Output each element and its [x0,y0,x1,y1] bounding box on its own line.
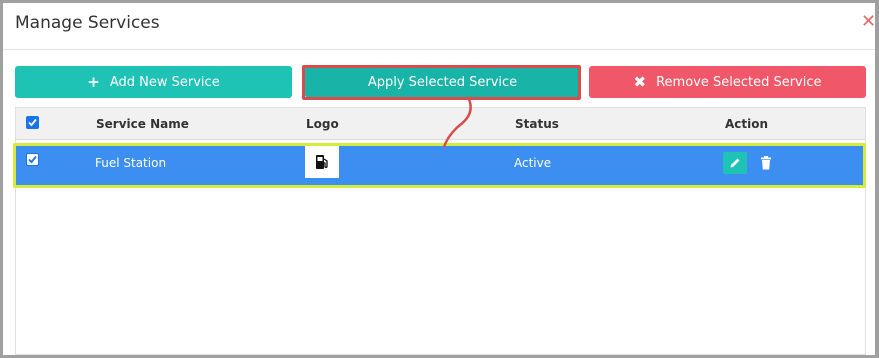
remove-selected-service-button[interactable]: ✖ Remove Selected Service [589,66,866,98]
apply-selected-service-label: Apply Selected Service [367,74,518,90]
edit-icon [730,158,740,168]
remove-selected-service-label: Remove Selected Service [656,74,822,90]
checkmark-icon [28,155,37,164]
column-header-action: Action [725,117,769,131]
service-name-cell: Fuel Station [95,156,167,170]
table-header: Service Name Logo Status Action [16,108,865,140]
select-all-checkbox[interactable] [26,116,39,129]
table-row[interactable]: Fuel Station Active [16,146,863,185]
plus-icon: + [87,72,100,91]
delete-button[interactable] [758,153,774,173]
column-header-service-name[interactable]: Service Name [96,117,189,131]
edit-button[interactable] [723,152,747,174]
close-icon[interactable]: ✕ [861,13,876,33]
x-icon: ✖ [633,72,647,91]
fuel-pump-icon [316,155,328,169]
apply-selected-service-button[interactable]: Apply Selected Service [305,66,580,98]
trash-icon [761,156,771,170]
add-new-service-label: Add New Service [109,74,220,90]
column-header-status[interactable]: Status [515,117,559,131]
dialog-header: Manage Services ✕ [3,3,876,50]
service-logo [305,146,339,178]
checkmark-icon [28,118,37,127]
dialog-title: Manage Services [15,13,160,33]
add-new-service-button[interactable]: + Add New Service [15,66,292,98]
column-header-logo[interactable]: Logo [306,117,339,131]
row-checkbox[interactable] [26,153,39,166]
status-cell: Active [514,156,552,170]
